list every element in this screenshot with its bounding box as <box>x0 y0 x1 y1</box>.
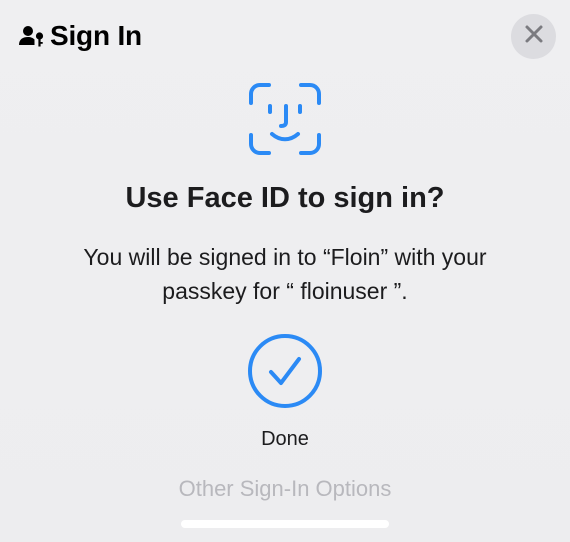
dialog-headline: Use Face ID to sign in? <box>125 182 445 214</box>
dialog-message: You will be signed in to “Floin” with yo… <box>83 244 487 304</box>
face-id-icon <box>248 82 322 156</box>
sign-in-sheet: Sign In Use Face ID to sign in? You will… <box>0 0 570 542</box>
close-button[interactable] <box>511 14 556 59</box>
close-icon <box>524 24 544 49</box>
status-label: Done <box>261 428 309 450</box>
checkmark-circle-icon <box>247 333 323 409</box>
page-title: Sign In <box>50 20 142 51</box>
home-indicator <box>181 520 389 528</box>
person-key-icon <box>18 22 46 50</box>
sheet-header: Sign In <box>18 16 142 56</box>
other-sign-in-options-button[interactable]: Other Sign-In Options <box>0 476 570 502</box>
